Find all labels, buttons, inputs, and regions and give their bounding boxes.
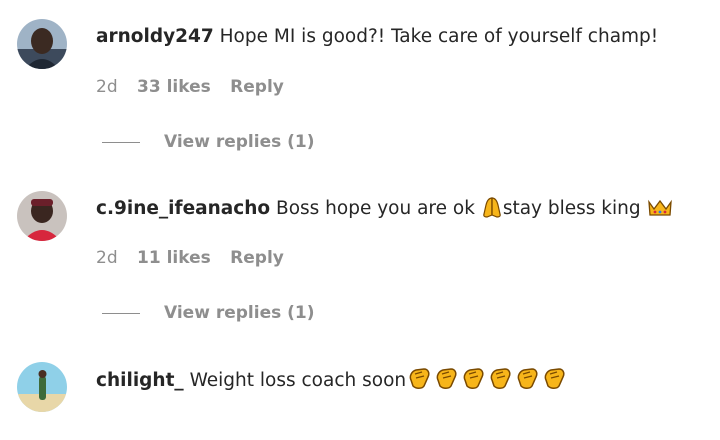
clapping-hands-icon <box>433 366 460 397</box>
crown-icon <box>647 198 673 225</box>
clapping-hands-icon <box>460 366 487 397</box>
avatar[interactable] <box>17 191 67 241</box>
comment-meta: 2d 11 likes Reply <box>96 247 298 269</box>
clapping-hands-icon <box>541 366 568 397</box>
comment-text: Hope MI is good?! Take care of yourself … <box>219 26 659 47</box>
likes-count[interactable]: 11 likes <box>137 248 211 268</box>
reply-button[interactable]: Reply <box>230 77 284 97</box>
divider-line <box>102 312 140 314</box>
likes-count[interactable]: 33 likes <box>137 77 211 97</box>
username-link[interactable]: arnoldy247 <box>96 26 214 47</box>
avatar[interactable] <box>17 362 67 412</box>
clapping-hands-icon <box>487 366 514 397</box>
comment-meta-partial: ​ <box>96 418 110 440</box>
clapping-hands-icon <box>406 366 433 397</box>
view-replies-button[interactable]: View replies (1) <box>102 131 315 153</box>
divider-line <box>102 141 140 143</box>
comment-text: Weight loss coach soon <box>189 370 407 391</box>
timestamp[interactable]: 2d <box>96 248 118 268</box>
avatar[interactable] <box>17 19 67 69</box>
reply-button[interactable]: Reply <box>230 248 284 268</box>
clapping-hands-icon <box>514 366 541 397</box>
view-replies-label: View replies (1) <box>164 303 315 323</box>
comment-text-line: arnoldy247 Hope MI is good?! Take care o… <box>96 25 658 49</box>
comment-meta: 2d 33 likes Reply <box>96 76 298 98</box>
username-link[interactable]: chilight_ <box>96 370 184 391</box>
view-replies-button[interactable]: View replies (1) <box>102 302 315 324</box>
comment-text-part: stay bless king <box>502 198 647 219</box>
comment-text-line: chilight_ Weight loss coach soon <box>96 366 568 397</box>
praying-hands-icon <box>481 196 503 225</box>
comment-text-part: Boss hope you are ok <box>276 198 481 219</box>
view-replies-label: View replies (1) <box>164 132 315 152</box>
username-link[interactable]: c.9ine_ifeanacho <box>96 198 270 219</box>
comment-text-line: c.9ine_ifeanacho Boss hope you are ok st… <box>96 196 673 225</box>
timestamp[interactable]: 2d <box>96 77 118 97</box>
